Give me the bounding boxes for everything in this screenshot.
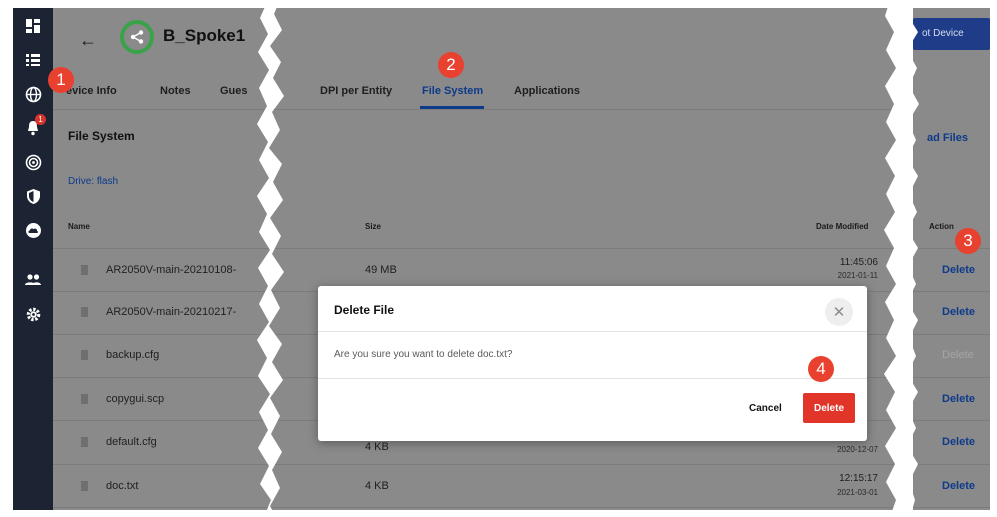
add-device-button[interactable]: ot Device — [913, 18, 990, 50]
cloud-icon[interactable] — [13, 218, 53, 242]
modal-divider — [318, 378, 867, 379]
file-size: 49 MB — [365, 264, 397, 276]
row-divider — [268, 507, 896, 508]
row-divider — [268, 464, 896, 465]
file-time: 11:45:06 — [839, 257, 878, 268]
drive-label[interactable]: Drive: flash — [68, 176, 118, 187]
file-name[interactable]: doc.txt — [106, 480, 138, 492]
file-name[interactable]: AR2050V-main-20210217- — [106, 306, 236, 318]
tab-notes[interactable]: Notes — [160, 85, 191, 97]
confirm-delete-button[interactable]: Delete — [803, 393, 855, 423]
radar-icon[interactable] — [13, 150, 53, 174]
column-header-size[interactable]: Size — [365, 222, 381, 231]
callout-badge: 3 — [955, 228, 981, 254]
file-name[interactable]: AR2050V-main-20210108- — [106, 264, 236, 276]
delete-link[interactable]: Delete — [942, 480, 975, 492]
file-date: 2021-01-11 — [837, 271, 878, 280]
cancel-button[interactable]: Cancel — [749, 403, 782, 414]
sidebar: 1 — [13, 8, 53, 510]
row-divider — [53, 420, 275, 421]
file-name[interactable]: backup.cfg — [106, 349, 159, 361]
row-divider — [53, 507, 275, 508]
callout-badge: 1 — [48, 67, 74, 93]
section-title: File System — [68, 129, 135, 143]
device-logo — [120, 20, 154, 54]
delete-file-modal: Delete File ✕ Are you sure you want to d… — [318, 286, 867, 441]
close-icon[interactable]: ✕ — [825, 298, 853, 326]
modal-title: Delete File — [334, 303, 395, 317]
row-divider — [53, 291, 275, 292]
row-divider — [913, 334, 990, 335]
column-header-action: Action — [929, 222, 954, 231]
tab-guest[interactable]: Gues — [220, 85, 248, 97]
tab-device-info[interactable]: evice Info — [66, 85, 117, 97]
row-divider — [913, 291, 990, 292]
file-icon — [81, 394, 88, 404]
delete-link[interactable]: Delete — [942, 436, 975, 448]
row-divider — [913, 420, 990, 421]
row-divider — [53, 248, 275, 249]
delete-link[interactable]: Delete — [942, 306, 975, 318]
row-divider — [913, 507, 990, 508]
row-divider — [268, 248, 896, 249]
share-icon — [130, 30, 144, 44]
file-size: 4 KB — [365, 480, 389, 492]
left-panel: ← B_Spoke1 evice Info Notes Gues File Sy… — [53, 8, 275, 510]
row-divider — [913, 464, 990, 465]
device-title: B_Spoke1 — [163, 26, 246, 45]
list-icon[interactable] — [13, 48, 53, 72]
file-name[interactable]: copygui.scp — [106, 393, 164, 405]
modal-divider — [318, 331, 867, 332]
tab-dpi-per-entity[interactable]: DPI per Entity — [320, 85, 392, 97]
row-divider — [53, 377, 275, 378]
callout-badge: 2 — [438, 52, 464, 78]
file-date: 2021-03-01 — [837, 488, 878, 497]
tab-file-system[interactable]: File System — [422, 85, 483, 97]
file-name[interactable]: default.cfg — [106, 436, 157, 448]
file-icon — [81, 307, 88, 317]
bell-icon[interactable]: 1 — [13, 114, 53, 140]
file-time: 12:15:17 — [839, 473, 878, 484]
file-size: 4 KB — [365, 441, 389, 453]
tab-divider — [53, 109, 275, 110]
torn-edge-right — [884, 0, 919, 517]
row-divider — [53, 464, 275, 465]
delete-link[interactable]: Delete — [942, 264, 975, 276]
tab-applications[interactable]: Applications — [514, 85, 580, 97]
file-icon — [81, 350, 88, 360]
callout-badge: 4 — [808, 356, 834, 382]
delete-link-disabled: Delete — [942, 349, 974, 361]
upload-files-link[interactable]: ad Files — [927, 132, 968, 144]
notification-badge: 1 — [35, 114, 46, 125]
column-header-name[interactable]: Name — [68, 222, 90, 231]
arrow-left-icon[interactable]: ← — [79, 30, 97, 51]
dashboard-icon[interactable] — [13, 14, 53, 38]
globe-icon[interactable] — [13, 82, 53, 106]
shield-icon[interactable] — [13, 184, 53, 208]
file-icon — [81, 437, 88, 447]
row-divider — [913, 377, 990, 378]
tab-divider — [268, 109, 896, 110]
users-icon[interactable] — [13, 268, 53, 292]
column-header-date[interactable]: Date Modified — [816, 222, 868, 231]
add-device-label: ot Device — [922, 28, 964, 39]
row-divider — [53, 334, 275, 335]
delete-link[interactable]: Delete — [942, 393, 975, 405]
right-panel: ot Device ad Files Action Delete Delete … — [913, 8, 990, 510]
file-icon — [81, 481, 88, 491]
modal-message: Are you sure you want to delete doc.txt? — [334, 349, 513, 360]
gear-icon[interactable] — [13, 302, 53, 326]
torn-edge-left — [257, 0, 284, 517]
file-icon — [81, 265, 88, 275]
file-date: 2020-12-07 — [837, 445, 878, 454]
